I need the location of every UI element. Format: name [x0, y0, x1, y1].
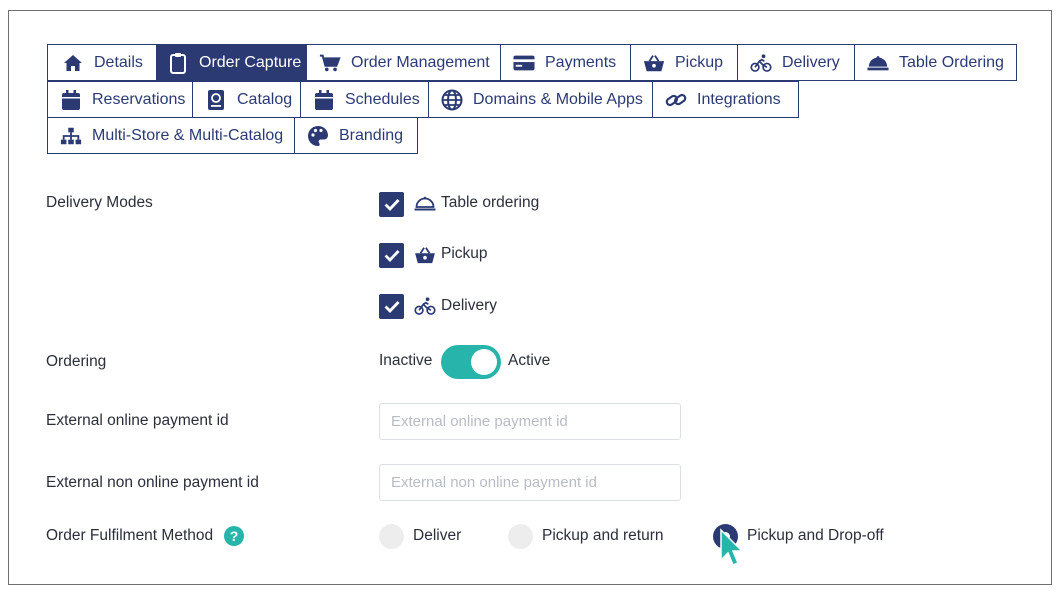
tab-label: Integrations	[697, 90, 781, 108]
delivery-modes-label: Delivery Modes	[46, 194, 153, 211]
tab-schedules[interactable]: Schedules	[300, 81, 429, 118]
tab-payments[interactable]: Payments	[500, 44, 631, 81]
tab-details[interactable]: Details	[47, 44, 157, 81]
tab-label: Branding	[339, 126, 404, 144]
basket-icon	[643, 52, 665, 74]
tab-label: Domains & Mobile Apps	[473, 90, 643, 108]
tab-label: Delivery	[782, 53, 840, 71]
table-ordering-checkbox[interactable]	[379, 192, 404, 217]
tab-integrations[interactable]: Integrations	[652, 81, 799, 118]
tab-order-capture[interactable]: Order Capture	[156, 44, 307, 81]
tab-label: Order Management	[351, 53, 490, 71]
cart-icon	[319, 52, 341, 74]
external-non-online-payment-input[interactable]	[379, 464, 681, 501]
home-icon	[62, 52, 84, 74]
help-icon[interactable]: ?	[224, 526, 244, 546]
order-fulfilment-label: Order Fulfilment Method	[46, 527, 214, 544]
calendar-icon	[60, 89, 82, 111]
pickup-checkbox[interactable]	[379, 243, 404, 268]
tab-branding[interactable]: Branding	[294, 117, 418, 154]
bicycle-icon	[750, 52, 772, 74]
sitemap-icon	[60, 125, 82, 147]
delivery-label: Delivery	[441, 297, 497, 314]
pickup-and-drop-off-label: Pickup and Drop-off	[747, 527, 884, 544]
tab-table-ordering[interactable]: Table Ordering	[854, 44, 1017, 81]
basket-icon	[414, 244, 436, 266]
external-online-payment-input[interactable]	[379, 403, 681, 440]
toggle-knob	[471, 349, 497, 375]
inactive-label: Inactive	[379, 352, 433, 369]
tab-reservations[interactable]: Reservations	[47, 81, 193, 118]
tab-label: Schedules	[345, 90, 420, 108]
external-non-online-payment-label: External non online payment id	[46, 474, 259, 491]
tab-order-management[interactable]: Order Management	[306, 44, 501, 81]
palette-icon	[307, 125, 329, 147]
tab-pickup[interactable]: Pickup	[630, 44, 738, 81]
tab-multi-store-multi-catalog[interactable]: Multi-Store & Multi-Catalog	[47, 117, 295, 154]
link-icon	[665, 89, 687, 111]
pickup-and-return-label: Pickup and return	[542, 527, 664, 544]
bicycle-icon	[414, 295, 436, 317]
deliver-radio[interactable]	[379, 524, 404, 549]
delivery-checkbox[interactable]	[379, 294, 404, 319]
tab-label: Catalog	[237, 90, 293, 108]
tab-catalog[interactable]: Catalog	[192, 81, 301, 118]
clipboard-icon	[167, 52, 189, 74]
active-label: Active	[508, 352, 551, 369]
tab-delivery[interactable]: Delivery	[737, 44, 855, 81]
mouse-cursor-icon	[718, 528, 744, 573]
tab-domains-mobile-apps[interactable]: Domains & Mobile Apps	[428, 81, 653, 118]
external-online-payment-label: External online payment id	[46, 412, 229, 429]
cloche-icon	[414, 193, 436, 215]
ordering-toggle[interactable]	[441, 345, 501, 379]
tab-label: Reservations	[92, 90, 186, 108]
tab-label: Table Ordering	[899, 53, 1004, 71]
tab-label: Pickup	[675, 53, 724, 71]
tab-label: Multi-Store & Multi-Catalog	[92, 126, 284, 144]
calendar-icon	[313, 89, 335, 111]
ordering-label: Ordering	[46, 353, 107, 370]
table-ordering-label: Table ordering	[441, 194, 540, 211]
tab-label: Order Capture	[199, 53, 302, 71]
globe-icon	[441, 89, 463, 111]
cloche-icon	[867, 52, 889, 74]
pickup-and-return-radio[interactable]	[508, 524, 533, 549]
deliver-label: Deliver	[413, 527, 462, 544]
pickup-label: Pickup	[441, 245, 488, 262]
tab-label: Payments	[545, 53, 617, 71]
credit-card-icon	[513, 52, 535, 74]
tab-label: Details	[94, 53, 143, 71]
book-icon	[205, 89, 227, 111]
